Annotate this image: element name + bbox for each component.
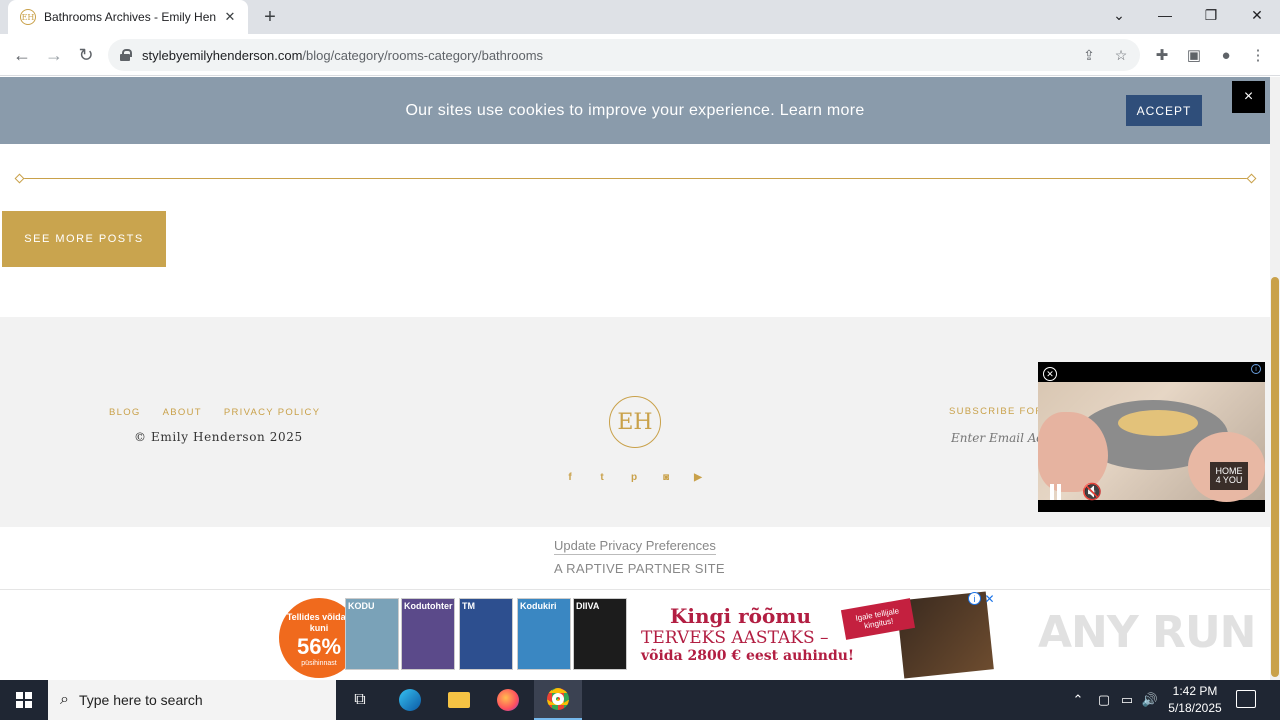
ad-subline: TERVEKS AASTAKS – [641, 628, 829, 648]
video-info-icon[interactable]: i [1251, 364, 1261, 374]
chrome-icon[interactable] [534, 680, 582, 720]
video-close-icon[interactable]: ✕ [1043, 367, 1057, 381]
mute-icon[interactable]: 🔇 [1082, 482, 1102, 502]
notifications-icon[interactable] [1236, 690, 1256, 708]
taskbar-search[interactable]: ⌕ Type here to search [48, 680, 336, 720]
pause-icon[interactable] [1050, 484, 1064, 500]
firefox-icon[interactable] [484, 680, 532, 720]
ad-subline: võida 2800 € eest auhindu! [641, 648, 855, 664]
cookie-banner: Our sites use cookies to improve your ex… [0, 77, 1270, 144]
cookie-text: Our sites use cookies to improve your ex… [405, 101, 775, 119]
instagram-icon[interactable]: ◙ [659, 470, 673, 484]
anyrun-watermark: ANY RUN [1038, 607, 1256, 658]
lock-icon [120, 49, 132, 61]
footer-link-blog[interactable]: BLOG [109, 407, 141, 418]
magazine-title: Kodukiri [520, 601, 557, 611]
pinterest-icon[interactable]: p [627, 470, 641, 484]
scrollbar-thumb[interactable] [1271, 277, 1279, 677]
volume-icon[interactable]: 🔊 [1140, 680, 1160, 720]
copyright: © Emily Henderson 2025 [134, 430, 303, 444]
browser-tab[interactable]: EH Bathrooms Archives - Emily Hen ✕ [8, 0, 248, 34]
url-path: /blog/category/rooms-category/bathrooms [302, 47, 544, 63]
learn-more-link[interactable]: Learn more [780, 102, 865, 119]
social-links: f t p ◙ ▶ [563, 470, 705, 484]
subscribe-label: SUBSCRIBE FOR [949, 406, 1044, 417]
profile-avatar-icon[interactable]: ● [1214, 43, 1238, 67]
extensions-puzzle-icon[interactable]: ✚ [1150, 43, 1174, 67]
cookie-accept-button[interactable]: ACCEPT [1126, 95, 1202, 126]
footer-link-privacy-policy[interactable]: PRIVACY POLICY [224, 407, 321, 418]
video-dough [1118, 410, 1198, 436]
reload-icon[interactable]: ↻ [72, 41, 100, 69]
tab-close-icon[interactable]: ✕ [222, 9, 238, 25]
video-brand-line2: 4 YOU [1215, 475, 1243, 485]
magazine-title: Kodutohter [404, 601, 453, 611]
browser-toolbar: ← → ↻ stylebyemilyhenderson.com/blog/cat… [0, 34, 1280, 76]
tray-chevron-icon[interactable]: ⌃ [1068, 680, 1088, 720]
share-icon[interactable]: ⇪ [1079, 45, 1099, 65]
site-favicon-icon: EH [20, 9, 36, 25]
forward-arrow-icon[interactable]: → [40, 41, 68, 69]
url-host: stylebyemilyhenderson.com [142, 47, 303, 63]
minimize-button[interactable]: — [1142, 0, 1188, 30]
footer-link-about[interactable]: ABOUT [163, 407, 202, 418]
start-button[interactable] [0, 680, 48, 720]
see-more-posts-button[interactable]: SEE MORE POSTS [2, 211, 166, 267]
close-window-button[interactable]: ✕ [1234, 0, 1280, 30]
back-arrow-icon[interactable]: ← [8, 41, 36, 69]
side-panel-icon[interactable]: ▣ [1182, 43, 1206, 67]
restore-button[interactable]: ❐ [1188, 0, 1234, 30]
magazine-title: DIIVA [576, 601, 600, 611]
video-player[interactable]: ✕ i HOME 4 YOU 🔇 [1038, 362, 1265, 512]
file-explorer-icon[interactable] [435, 680, 483, 720]
magazine-cover: KODU [345, 598, 399, 670]
magazine-title: TM [462, 601, 475, 611]
page-scrollbar[interactable] [1270, 77, 1280, 680]
divider-end-icon [1246, 173, 1257, 184]
update-privacy-link[interactable]: Update Privacy Preferences [554, 538, 716, 555]
divider-end-icon [14, 173, 25, 184]
windows-taskbar: ⌕ Type here to search ⧉ ⌃ ▢ ▭ 🔊 1:42 PM … [0, 680, 1280, 720]
tab-search-icon[interactable]: ⌄ [1096, 0, 1142, 30]
gold-divider [20, 178, 1252, 179]
facebook-icon[interactable]: f [563, 470, 577, 484]
meet-now-icon[interactable]: ▢ [1094, 680, 1114, 720]
magazine-cover: Kodukiri [517, 598, 571, 670]
raptive-partner-text: A RAPTIVE PARTNER SITE [554, 561, 725, 576]
chrome-menu-icon[interactable]: ⋮ [1246, 43, 1270, 67]
youtube-icon[interactable]: ▶ [691, 470, 705, 484]
taskbar-clock[interactable]: 1:42 PM 5/18/2025 [1160, 683, 1230, 717]
cookie-message: Our sites use cookies to improve your ex… [405, 102, 864, 120]
video-brand-badge: HOME 4 YOU [1210, 462, 1248, 490]
page-viewport: Our sites use cookies to improve your ex… [0, 77, 1280, 680]
clock-date: 5/18/2025 [1168, 701, 1222, 715]
ad-close-icon[interactable]: ✕ [983, 592, 996, 606]
twitter-icon[interactable]: t [595, 470, 609, 484]
search-icon: ⌕ [60, 691, 69, 708]
magazine-cover: TM [459, 598, 513, 670]
close-icon[interactable]: × [1232, 81, 1265, 113]
magazine-cover: DIIVA [573, 598, 627, 670]
address-bar[interactable]: stylebyemilyhenderson.com/blog/category/… [108, 39, 1140, 71]
windows-logo-icon [16, 692, 32, 708]
tab-title: Bathrooms Archives - Emily Hen [44, 10, 216, 24]
bottom-ad-banner[interactable]: Tellides võidad kuni 56% püsihinnast KOD… [275, 590, 998, 680]
network-icon[interactable]: ▭ [1117, 680, 1137, 720]
clock-time: 1:42 PM [1172, 684, 1218, 698]
new-tab-button[interactable]: + [258, 5, 282, 29]
footer-nav: BLOG ABOUT PRIVACY POLICY [109, 407, 320, 418]
magazine-cover: Kodutohter [401, 598, 455, 670]
edge-icon[interactable] [386, 680, 434, 720]
eh-logo[interactable]: EH [609, 396, 661, 448]
task-view-icon[interactable]: ⧉ [336, 680, 384, 720]
ad-info-icon[interactable]: i [968, 592, 981, 605]
magazine-title: KODU [348, 601, 375, 611]
browser-tab-strip: EH Bathrooms Archives - Emily Hen ✕ + ⌄ … [0, 0, 1280, 34]
ad-headline: Kingi rõõmu [670, 604, 811, 628]
search-placeholder: Type here to search [78, 692, 203, 708]
bookmark-star-icon[interactable]: ☆ [1111, 45, 1131, 65]
